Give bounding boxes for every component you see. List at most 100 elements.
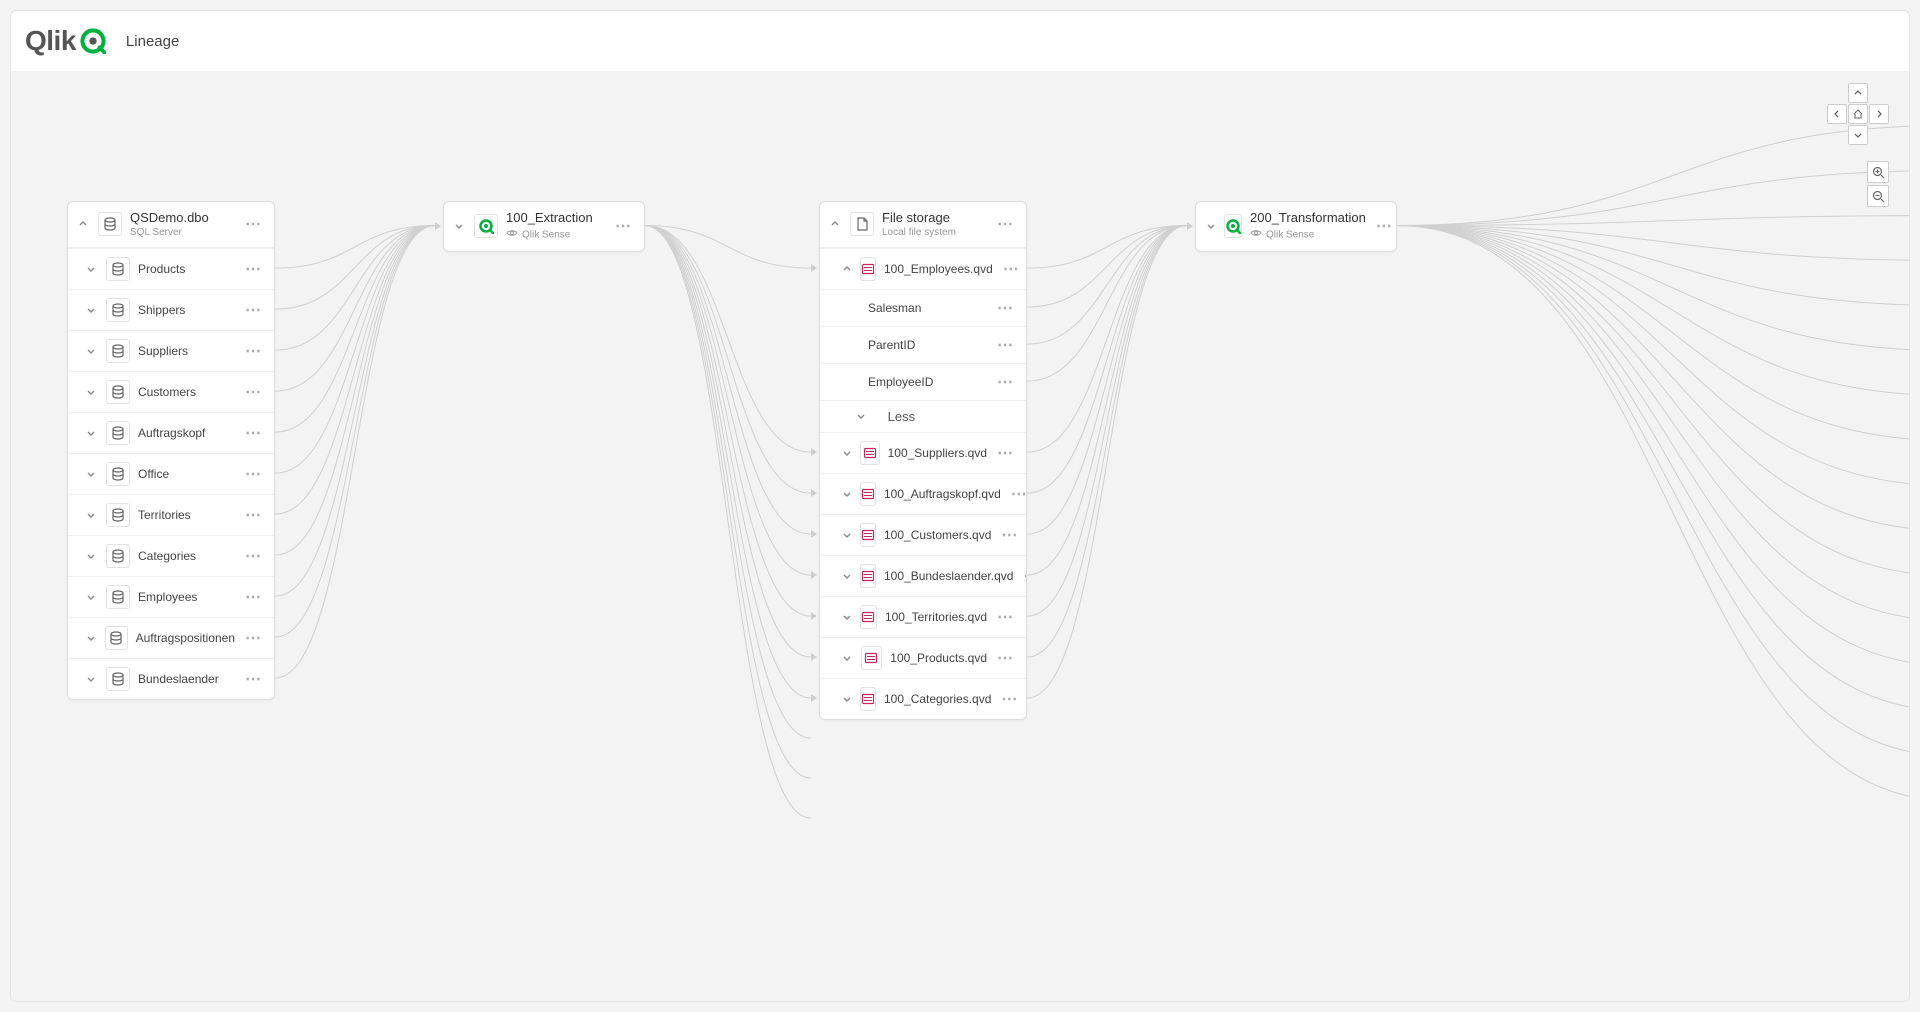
pan-right-button[interactable] xyxy=(1869,104,1889,124)
table-row[interactable]: Employees⋯ xyxy=(68,576,274,617)
qvd-icon xyxy=(860,687,876,711)
page-title: Lineage xyxy=(126,33,179,50)
more-button[interactable]: ⋯ xyxy=(1374,216,1395,236)
arrowhead-icon xyxy=(811,264,817,272)
lineage-canvas[interactable]: QSDemo.dboSQL Server⋯Products⋯Shippers⋯S… xyxy=(11,71,1909,1001)
table-row[interactable]: Bundeslaender⋯ xyxy=(68,658,274,699)
more-button[interactable]: ⋯ xyxy=(243,259,264,279)
more-button[interactable]: ⋯ xyxy=(995,335,1016,355)
node-header[interactable]: 200_TransformationQlik Sense⋯ xyxy=(1196,202,1396,251)
table-row[interactable]: Customers⋯ xyxy=(68,371,274,412)
chevron-icon[interactable] xyxy=(454,221,466,231)
more-button[interactable]: ⋯ xyxy=(995,607,1016,627)
more-button[interactable]: ⋯ xyxy=(243,382,264,402)
qvd-row[interactable]: 100_Suppliers.qvd ⋯ xyxy=(820,432,1026,473)
more-button[interactable]: ⋯ xyxy=(995,214,1016,234)
chevron-icon[interactable] xyxy=(842,694,852,704)
field-row[interactable]: EmployeeID⋯ xyxy=(820,363,1026,400)
chevron-icon[interactable] xyxy=(842,530,852,540)
more-button[interactable]: ⋯ xyxy=(243,587,264,607)
qvd-label: 100_Suppliers.qvd xyxy=(888,446,987,460)
table-row[interactable]: Territories⋯ xyxy=(68,494,274,535)
field-row[interactable]: ParentID⋯ xyxy=(820,326,1026,363)
home-button[interactable] xyxy=(1848,104,1868,124)
more-button[interactable]: ⋯ xyxy=(999,689,1020,709)
qvd-row[interactable]: 100_Products.qvd⋯ xyxy=(820,637,1026,678)
node-header[interactable]: File storageLocal file system⋯ xyxy=(820,202,1026,248)
chevron-icon[interactable] xyxy=(86,387,98,397)
chevron-icon[interactable] xyxy=(842,448,852,458)
node-title: 100_Extraction xyxy=(506,210,605,226)
collapse-less-button[interactable]: Less xyxy=(820,400,1026,432)
more-button[interactable]: ⋯ xyxy=(995,372,1016,392)
node-header[interactable]: 100_ExtractionQlik Sense⋯ xyxy=(444,202,644,251)
table-row[interactable]: Suppliers⋯ xyxy=(68,330,274,371)
table-row[interactable]: Shippers⋯ xyxy=(68,289,274,330)
more-button[interactable]: ⋯ xyxy=(243,300,264,320)
arrowhead-icon xyxy=(435,222,441,230)
chevron-icon[interactable] xyxy=(830,219,842,229)
pan-down-button[interactable] xyxy=(1848,125,1868,145)
qvd-label: 100_Territories.qvd xyxy=(885,610,987,624)
chevron-icon[interactable] xyxy=(86,674,98,684)
more-button[interactable]: ⋯ xyxy=(995,443,1016,463)
node-transform: 200_TransformationQlik Sense⋯ xyxy=(1195,201,1397,252)
more-button[interactable]: ⋯ xyxy=(995,648,1016,668)
more-button[interactable]: ⋯ xyxy=(1001,259,1022,279)
more-button[interactable]: ⋯ xyxy=(243,546,264,566)
table-row[interactable]: Categories⋯ xyxy=(68,535,274,576)
chevron-icon[interactable] xyxy=(842,653,853,663)
more-button[interactable]: ⋯ xyxy=(243,464,264,484)
file-icon xyxy=(850,212,874,236)
database-icon xyxy=(106,503,130,527)
more-button[interactable]: ⋯ xyxy=(243,505,264,525)
qvd-icon xyxy=(860,564,876,588)
more-button[interactable]: ⋯ xyxy=(243,341,264,361)
more-button[interactable]: ⋯ xyxy=(243,628,264,648)
qvd-row[interactable]: 100_Bundeslaender.qvd⋯ xyxy=(820,555,1026,596)
pan-left-button[interactable] xyxy=(1827,104,1847,124)
chevron-icon[interactable] xyxy=(86,510,98,520)
more-button[interactable]: ⋯ xyxy=(243,214,264,234)
chevron-icon[interactable] xyxy=(86,346,98,356)
qvd-row[interactable]: 100_Categories.qvd⋯ xyxy=(820,678,1026,719)
database-icon xyxy=(105,626,127,650)
chevron-icon[interactable] xyxy=(86,305,98,315)
more-button[interactable]: ⋯ xyxy=(999,525,1020,545)
field-row[interactable]: Salesman⋯ xyxy=(820,289,1026,326)
node-header[interactable]: QSDemo.dboSQL Server⋯ xyxy=(68,202,274,248)
chevron-icon[interactable] xyxy=(842,489,852,499)
chevron-icon[interactable] xyxy=(86,592,98,602)
more-button[interactable]: ⋯ xyxy=(243,669,264,689)
table-row[interactable]: Office⋯ xyxy=(68,453,274,494)
pan-up-button[interactable] xyxy=(1848,83,1868,103)
chevron-icon[interactable] xyxy=(86,633,97,643)
qvd-row[interactable]: 100_Territories.qvd ⋯ xyxy=(820,596,1026,637)
table-row[interactable]: Auftragskopf⋯ xyxy=(68,412,274,453)
node-subtitle: Qlik Sense xyxy=(1250,227,1366,243)
table-row[interactable]: Auftragspositionen⋯ xyxy=(68,617,274,658)
chevron-icon[interactable] xyxy=(842,612,852,622)
chevron-icon[interactable] xyxy=(842,264,852,274)
arrowhead-icon xyxy=(811,530,817,538)
more-button[interactable]: ⋯ xyxy=(1021,566,1027,586)
chevron-icon[interactable] xyxy=(78,219,90,229)
database-icon xyxy=(106,339,130,363)
more-button[interactable]: ⋯ xyxy=(613,216,634,236)
chevron-icon[interactable] xyxy=(842,571,852,581)
qlik-logo: Qlik xyxy=(25,25,106,57)
qvd-row[interactable]: 100_Auftragskopf.qvd⋯ xyxy=(820,473,1026,514)
qvd-row[interactable]: 100_Employees.qvd⋯ xyxy=(820,248,1026,289)
chevron-icon[interactable] xyxy=(86,551,98,561)
chevron-icon[interactable] xyxy=(1206,221,1216,231)
chevron-icon[interactable] xyxy=(86,264,98,274)
more-button[interactable]: ⋯ xyxy=(995,298,1016,318)
zoom-out-button[interactable] xyxy=(1867,185,1889,207)
table-row[interactable]: Products⋯ xyxy=(68,248,274,289)
qvd-row[interactable]: 100_Customers.qvd⋯ xyxy=(820,514,1026,555)
zoom-in-button[interactable] xyxy=(1867,161,1889,183)
more-button[interactable]: ⋯ xyxy=(243,423,264,443)
chevron-icon[interactable] xyxy=(86,428,98,438)
chevron-icon[interactable] xyxy=(86,469,98,479)
more-button[interactable]: ⋯ xyxy=(1009,484,1027,504)
